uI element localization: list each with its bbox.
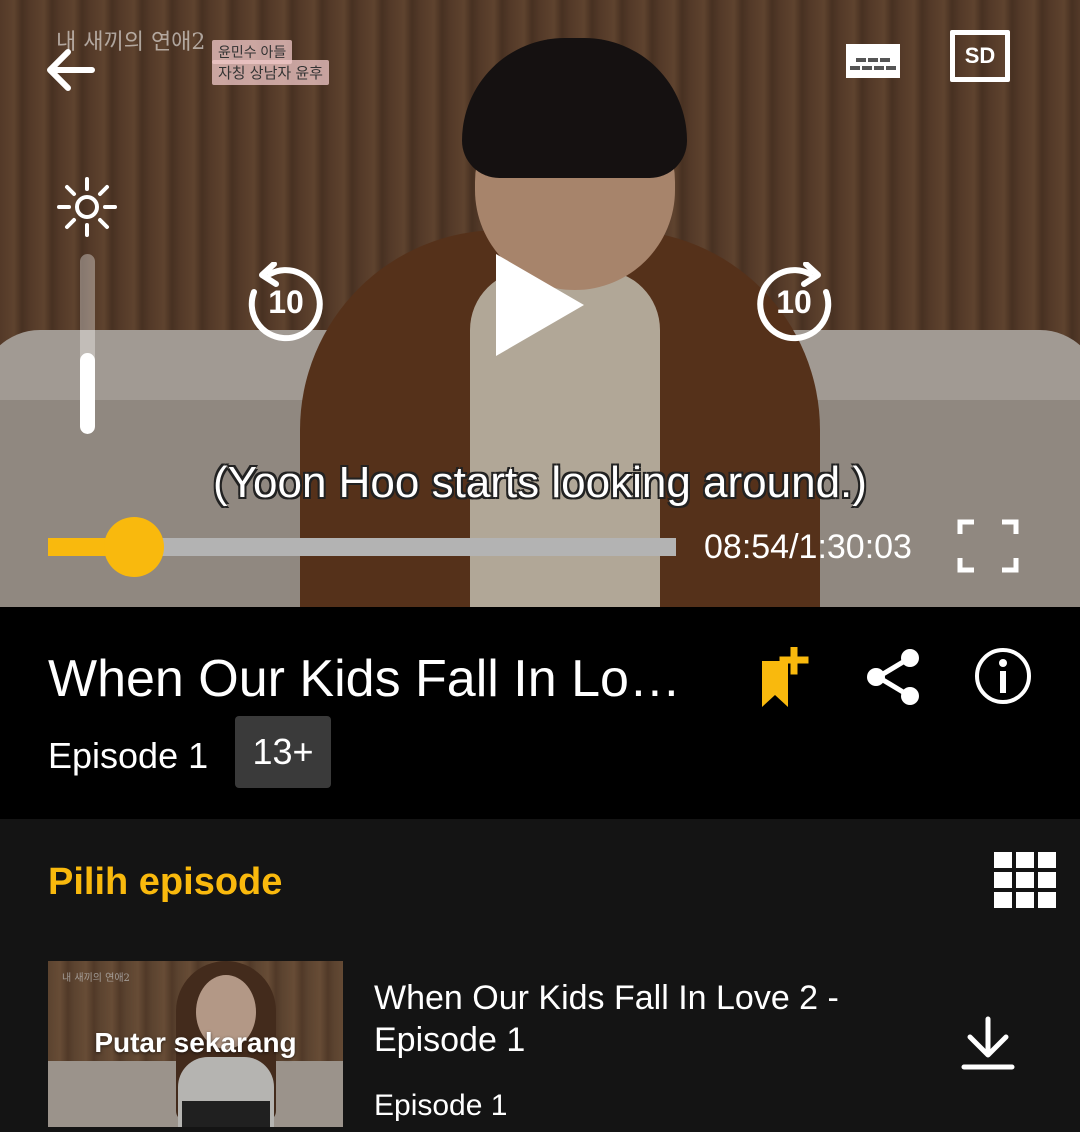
current-episode-label: Episode 1	[48, 735, 209, 776]
grid-icon	[994, 852, 1056, 908]
download-button[interactable]	[958, 1015, 1018, 1071]
age-rating-badge: 13+	[235, 716, 331, 788]
section-title: Pilih episode	[48, 861, 283, 903]
info-icon	[975, 648, 1031, 704]
play-button[interactable]	[490, 250, 590, 360]
seek-bar[interactable]	[48, 517, 676, 577]
episode-thumbnail[interactable]: 내 새끼의 연애2 Putar sekarang	[48, 961, 343, 1127]
info-button[interactable]	[972, 645, 1034, 707]
show-info-panel: When Our Kids Fall In Love 2 Episode 1 1…	[0, 607, 1080, 819]
brightness-slider-fill	[80, 353, 95, 434]
download-icon	[961, 1016, 1015, 1070]
episode-subtitle: Episode 1	[374, 1089, 508, 1122]
quality-button[interactable]: SD	[950, 30, 1010, 82]
subtitles-icon	[846, 44, 900, 78]
bookmark-add-icon	[762, 647, 809, 707]
subtitles-button[interactable]	[846, 44, 900, 78]
rewind-10-label: 10	[268, 284, 304, 320]
brightness-icon	[56, 176, 118, 238]
back-button[interactable]	[40, 40, 100, 100]
subtitle-caption: (Yoon Hoo starts looking around.)	[213, 458, 867, 507]
episode-title[interactable]: When Our Kids Fall In Love 2 - Episode 1	[374, 977, 894, 1061]
episode-section: Pilih episode 내 새끼의 연애2 Putar sekarang W…	[0, 819, 1080, 1132]
play-now-label: Putar sekarang	[94, 1027, 297, 1058]
rewind-10-button[interactable]: 10	[244, 262, 328, 346]
episode-grid-button[interactable]	[994, 851, 1056, 909]
video-player[interactable]: 내 새끼의 연애2 윤민수 아들 자칭 상남자 윤후 SD 10 10 (Yoo…	[0, 0, 1080, 607]
share-button[interactable]	[864, 647, 924, 707]
show-title: When Our Kids Fall In Love 2	[48, 650, 698, 708]
fullscreen-button[interactable]	[956, 518, 1020, 574]
share-icon	[867, 649, 919, 705]
fullscreen-icon	[957, 519, 1019, 573]
forward-10-label: 10	[776, 284, 812, 320]
seek-bar-thumb[interactable]	[104, 517, 165, 577]
add-to-list-button[interactable]	[754, 647, 814, 711]
playback-time: 08:54/1:30:03	[704, 528, 912, 566]
brightness-slider[interactable]	[80, 254, 95, 434]
video-overlay-tag-2: 자칭 상남자 윤후	[212, 60, 329, 85]
forward-10-button[interactable]: 10	[752, 262, 836, 346]
play-icon	[496, 254, 584, 356]
back-arrow-icon	[47, 49, 95, 91]
